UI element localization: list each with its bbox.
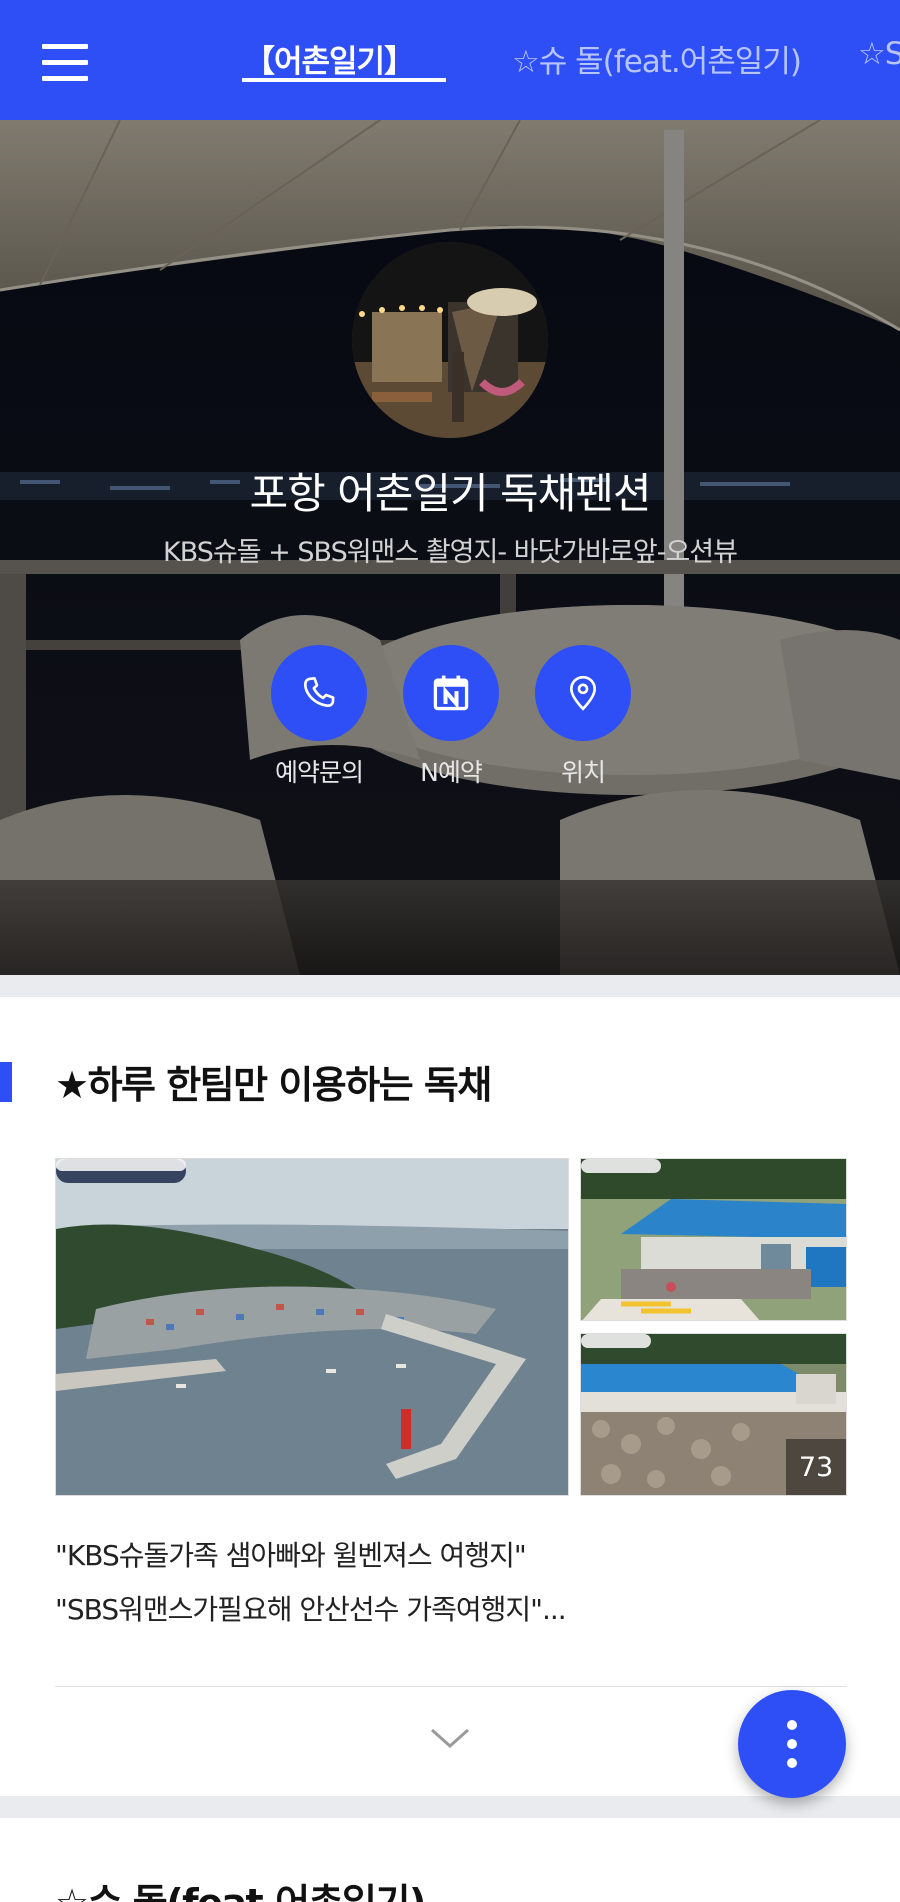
profile-photo xyxy=(352,242,548,438)
location-label: 위치 xyxy=(560,758,606,787)
reservation-inquiry-button[interactable]: 예약문의 xyxy=(259,645,379,789)
gallery-main-photo[interactable] xyxy=(55,1158,569,1496)
page-subtitle: KBS슈돌 + SBS워맨스 촬영지- 바닷가바로앞-오션뷰 xyxy=(163,537,738,568)
more-vertical-icon[interactable] xyxy=(738,1690,846,1798)
hero-cover: 포항 어촌일기 독채펜션 KBS슈돌 + SBS워맨스 촬영지- 바닷가바로앞-… xyxy=(0,120,900,975)
gallery-photo-3[interactable]: 73 xyxy=(580,1333,847,1496)
reservation-inquiry-label: 예약문의 xyxy=(274,758,364,787)
section-separator-2 xyxy=(0,1796,900,1818)
tab-shudol[interactable]: ☆슈 돌(feat.어촌일기) xyxy=(512,36,802,81)
section-accent-bar xyxy=(0,1062,12,1102)
tab-home[interactable]: 【어촌일기】 xyxy=(244,36,415,81)
section-divider xyxy=(55,1686,847,1687)
profile-avatar[interactable] xyxy=(352,242,548,438)
hamburger-menu-icon[interactable] xyxy=(42,44,88,82)
location-pin-icon xyxy=(535,645,631,741)
naver-booking-label: N예약 xyxy=(420,758,483,787)
photo-count-badge: 73 xyxy=(786,1439,846,1495)
gallery-photo-2[interactable] xyxy=(580,1158,847,1321)
phone-icon xyxy=(271,645,367,741)
active-tab-indicator xyxy=(242,78,446,82)
next-section-title: ☆슈 돌(feat.어촌일기) xyxy=(55,1872,426,1902)
description-line-1: "KBS슈돌가족 샘아빠와 윌벤져스 여행지" xyxy=(55,1539,527,1572)
naver-booking-button[interactable]: N예약 xyxy=(391,645,511,789)
section-separator xyxy=(0,975,900,997)
description-line-2: "SBS워맨스가필요해 안산선수 가족여행지"... xyxy=(55,1593,567,1626)
chevron-down-icon[interactable] xyxy=(420,1718,480,1758)
naver-booking-calendar-icon xyxy=(403,645,499,741)
blue-roof-house-photo xyxy=(581,1159,846,1320)
tab-next[interactable]: ☆S xyxy=(858,36,900,72)
harbor-village-photo xyxy=(56,1159,568,1495)
top-navigation-bar: 【어촌일기】 ☆슈 돌(feat.어촌일기) ☆S xyxy=(0,0,900,120)
section-title: ★하루 한팀만 이용하는 독채 xyxy=(55,1063,492,1107)
location-button[interactable]: 위치 xyxy=(523,645,643,789)
page-title: 포항 어촌일기 독채펜션 xyxy=(249,469,651,518)
